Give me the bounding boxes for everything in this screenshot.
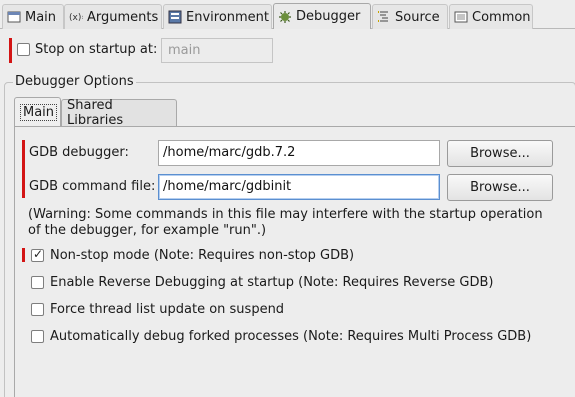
main-tab-icon <box>7 11 21 23</box>
debug-forked-processes-checkbox[interactable] <box>31 330 44 343</box>
svg-text:(x)=: (x)= <box>69 13 83 23</box>
force-thread-update-checkbox[interactable] <box>31 303 44 316</box>
required-marker <box>9 38 12 63</box>
common-icon <box>454 11 468 23</box>
gdb-debugger-input[interactable]: /home/marc/gdb.7.2 <box>158 140 440 166</box>
tab-environment[interactable]: Environment <box>163 4 272 29</box>
tab-debugger[interactable]: Debugger <box>273 3 371 29</box>
tab-debugger-main[interactable]: Main <box>14 97 61 126</box>
non-stop-mode-checkbox[interactable]: ✓ <box>31 247 44 262</box>
tab-arguments[interactable]: (x)= Arguments <box>64 4 162 29</box>
required-marker <box>22 248 25 262</box>
tab-main-label: Main <box>25 9 57 25</box>
force-thread-update-label: Force thread list update on suspend <box>50 302 285 317</box>
tab-debugger-label: Debugger <box>296 9 361 24</box>
gdb-command-file-browse-button[interactable]: Browse... <box>447 174 553 201</box>
tab-debugger-main-label: Main <box>20 103 58 121</box>
debugger-options-title: Debugger Options <box>13 74 136 89</box>
gdb-command-file-label: GDB command file: <box>29 179 156 194</box>
gdb-command-file-input[interactable]: /home/marc/gdbinit <box>158 174 440 200</box>
arguments-icon: (x)= <box>69 13 83 23</box>
checkmark-icon: ✓ <box>33 247 44 261</box>
gdb-debugger-browse-button[interactable]: Browse... <box>447 140 553 167</box>
debugger-icon <box>279 10 291 23</box>
reverse-debugging-checkbox[interactable] <box>31 276 44 289</box>
gdb-command-file-browse-label: Browse... <box>470 180 530 195</box>
command-file-warning: (Warning: Some commands in this file may… <box>28 207 568 239</box>
gdb-debugger-label: GDB debugger: <box>29 145 129 160</box>
required-marker <box>22 140 25 198</box>
tab-common[interactable]: Common <box>449 4 533 29</box>
gdb-debugger-browse-label: Browse... <box>470 146 530 161</box>
tab-common-label: Common <box>472 9 531 25</box>
warning-line-2: of the debugger, for example "run".) <box>28 223 267 238</box>
stop-on-startup-label: Stop on startup at: <box>35 42 158 57</box>
warning-line-1: (Warning: Some commands in this file may… <box>28 207 543 222</box>
source-icon <box>378 11 388 22</box>
tab-environment-label: Environment <box>186 9 270 25</box>
tab-arguments-label: Arguments <box>87 9 159 25</box>
tab-shared-libraries[interactable]: Shared Libraries <box>61 98 177 128</box>
tab-source[interactable]: Source <box>372 4 448 29</box>
stop-on-startup-checkbox[interactable] <box>17 43 30 56</box>
stop-on-startup-input[interactable]: main <box>161 38 273 63</box>
tab-main[interactable]: Main <box>2 4 64 29</box>
debug-forked-processes-label: Automatically debug forked processes (No… <box>50 329 532 344</box>
reverse-debugging-label: Enable Reverse Debugging at startup (Not… <box>50 275 494 290</box>
environment-icon <box>168 10 182 24</box>
tab-source-label: Source <box>395 9 440 25</box>
non-stop-mode-label: Non-stop mode (Note: Requires non-stop G… <box>50 248 355 263</box>
tab-shared-libraries-label: Shared Libraries <box>67 98 124 128</box>
launch-config-tab-bar: Main (x)= Arguments Environment Debugger… <box>0 0 575 29</box>
